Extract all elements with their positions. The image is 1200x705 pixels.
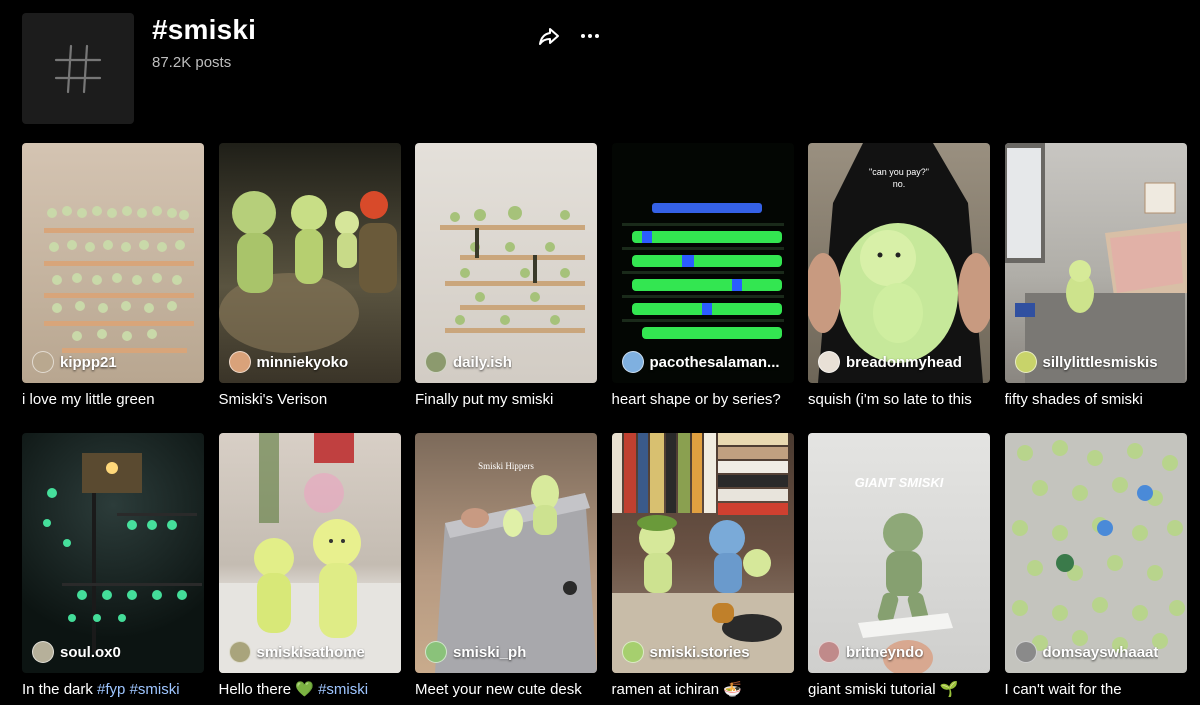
avatar [621,351,644,373]
video-thumbnail[interactable]: soul.ox0 [22,433,204,673]
avatar [621,641,644,663]
video-thumbnail[interactable]: smiskisathome [218,433,401,673]
video-card[interactable]: "can you pay?" no. breadonmyhead squish … [808,143,990,433]
video-author[interactable]: sillylittlesmiskis [1014,351,1158,373]
caption-hashtags[interactable]: #smiski [318,681,368,698]
video-author[interactable]: pacothesalaman... [621,351,780,373]
overlay-title: GIANT SMISKI [854,475,944,490]
video-thumbnail[interactable]: sillylittlesmiskis [1004,143,1187,383]
avatar [32,641,54,663]
thumbnail-art [1004,143,1187,383]
video-author[interactable]: kippp21 [32,351,117,373]
video-author[interactable]: smiski_ph [425,641,526,663]
video-author[interactable]: domsayswhaaat [1014,641,1159,663]
video-author[interactable]: minniekyoko [228,351,349,373]
thumbnail-art [858,513,953,673]
caption-text: In the dark [22,681,98,698]
avatar [1014,351,1037,373]
video-caption: Finally put my smiski [415,391,554,408]
video-grid: kippp21 i love my little green minniekyo… [22,143,1187,705]
overlay-question: "can you pay?" [869,167,929,177]
avatar [228,351,251,373]
author-name: soul.ox0 [60,643,121,661]
video-card[interactable]: daily.ish Finally put my smiski [415,143,597,433]
video-thumbnail[interactable]: domsayswhaaat [1004,433,1187,673]
video-caption: squish (i'm so late to this [808,391,972,408]
video-card[interactable]: smiski.stories ramen at ichiran 🍜 [611,433,794,705]
video-thumbnail[interactable]: pacothesalaman... [611,143,794,383]
avatar [228,641,251,663]
avatar [1014,641,1037,663]
video-card[interactable]: sillylittlesmiskis fifty shades of smisk… [1004,143,1187,433]
video-caption: Hello there 💚 #smiski [219,681,401,699]
author-name: kippp21 [60,353,117,371]
video-author[interactable]: smiski.stories [621,641,750,663]
video-thumbnail[interactable]: Smiski Hippers smiski_ph [415,433,597,673]
video-caption: Smiski's Verison [218,391,328,408]
overlay-title: Smiski Hippers [478,461,534,471]
post-count: 87.2K posts [152,54,232,71]
avatar [425,641,447,663]
video-thumbnail[interactable]: kippp21 [22,143,204,383]
video-thumbnail[interactable]: "can you pay?" no. breadonmyhead [808,143,990,383]
thumbnail-art [44,206,194,353]
share-button[interactable] [537,24,561,48]
video-author[interactable]: britneyndo [818,641,924,663]
video-card[interactable]: kippp21 i love my little green [22,143,204,433]
thumbnail-art [218,191,397,353]
avatar [818,351,840,373]
video-thumbnail[interactable]: smiski.stories [611,433,794,673]
page-title: #smiski [152,14,257,45]
author-name: minniekyoko [256,353,349,371]
author-name: breadonmyhead [846,353,962,371]
video-card[interactable]: Smiski Hippers smiski_ph Meet your new c… [415,433,597,705]
video-thumbnail[interactable]: minniekyoko [218,143,401,383]
video-caption: ramen at ichiran 🍜 [611,681,742,698]
avatar [818,641,840,663]
avatar [32,351,54,373]
thumbnail-art [43,453,202,653]
video-caption: In the dark #fyp #smiski [22,681,204,699]
video-caption: fifty shades of smiski [1004,391,1143,408]
hashtag-avatar [22,13,134,124]
author-name: sillylittlesmiskis [1042,353,1158,371]
overlay-answer: no. [892,179,906,189]
hashtag-icon [54,44,102,93]
video-caption: giant smiski tutorial 🌱 [808,681,959,698]
video-caption: heart shape or by series? [611,391,781,408]
caption-text: Hello there 💚 [218,681,319,698]
author-name: smiski.stories [649,643,750,661]
more-button[interactable] [578,24,602,48]
caption-hashtags[interactable]: #fyp #smiski [97,681,180,698]
video-card[interactable]: pacothesalaman... heart shape or by seri… [611,143,794,433]
video-card[interactable]: GIANT SMISKI britneyndo giant smiski tut… [808,433,990,705]
video-author[interactable]: soul.ox0 [32,641,121,663]
video-caption: Meet your new cute desk [415,681,582,698]
video-card[interactable]: soul.ox0 In the dark #fyp #smiski [22,433,204,705]
thumbnail-art [218,433,401,673]
author-name: daily.ish [453,353,512,371]
video-card[interactable]: smiskisathome Hello there 💚 #smiski [218,433,401,705]
video-card[interactable]: domsayswhaaat I can't wait for the [1004,433,1187,705]
thumbnail-art [440,206,585,333]
share-icon [539,28,559,45]
video-author[interactable]: daily.ish [425,351,512,373]
author-name: domsayswhaaat [1042,643,1159,661]
video-caption: i love my little green [22,391,155,408]
video-thumbnail[interactable]: daily.ish [415,143,597,383]
video-thumbnail[interactable]: GIANT SMISKI britneyndo [808,433,990,673]
author-name: pacothesalaman... [649,353,780,371]
thumbnail-art [611,433,794,673]
thumbnail-art [621,203,784,339]
video-caption: I can't wait for the [1004,681,1122,698]
video-author[interactable]: smiskisathome [228,641,365,663]
more-icon [581,34,599,38]
video-author[interactable]: breadonmyhead [818,351,962,373]
thumbnail-art [1011,440,1185,653]
author-name: smiskisathome [256,643,365,661]
author-name: smiski_ph [453,643,527,661]
avatar [425,351,447,373]
video-card[interactable]: minniekyoko Smiski's Verison [218,143,401,433]
author-name: britneyndo [846,643,924,661]
